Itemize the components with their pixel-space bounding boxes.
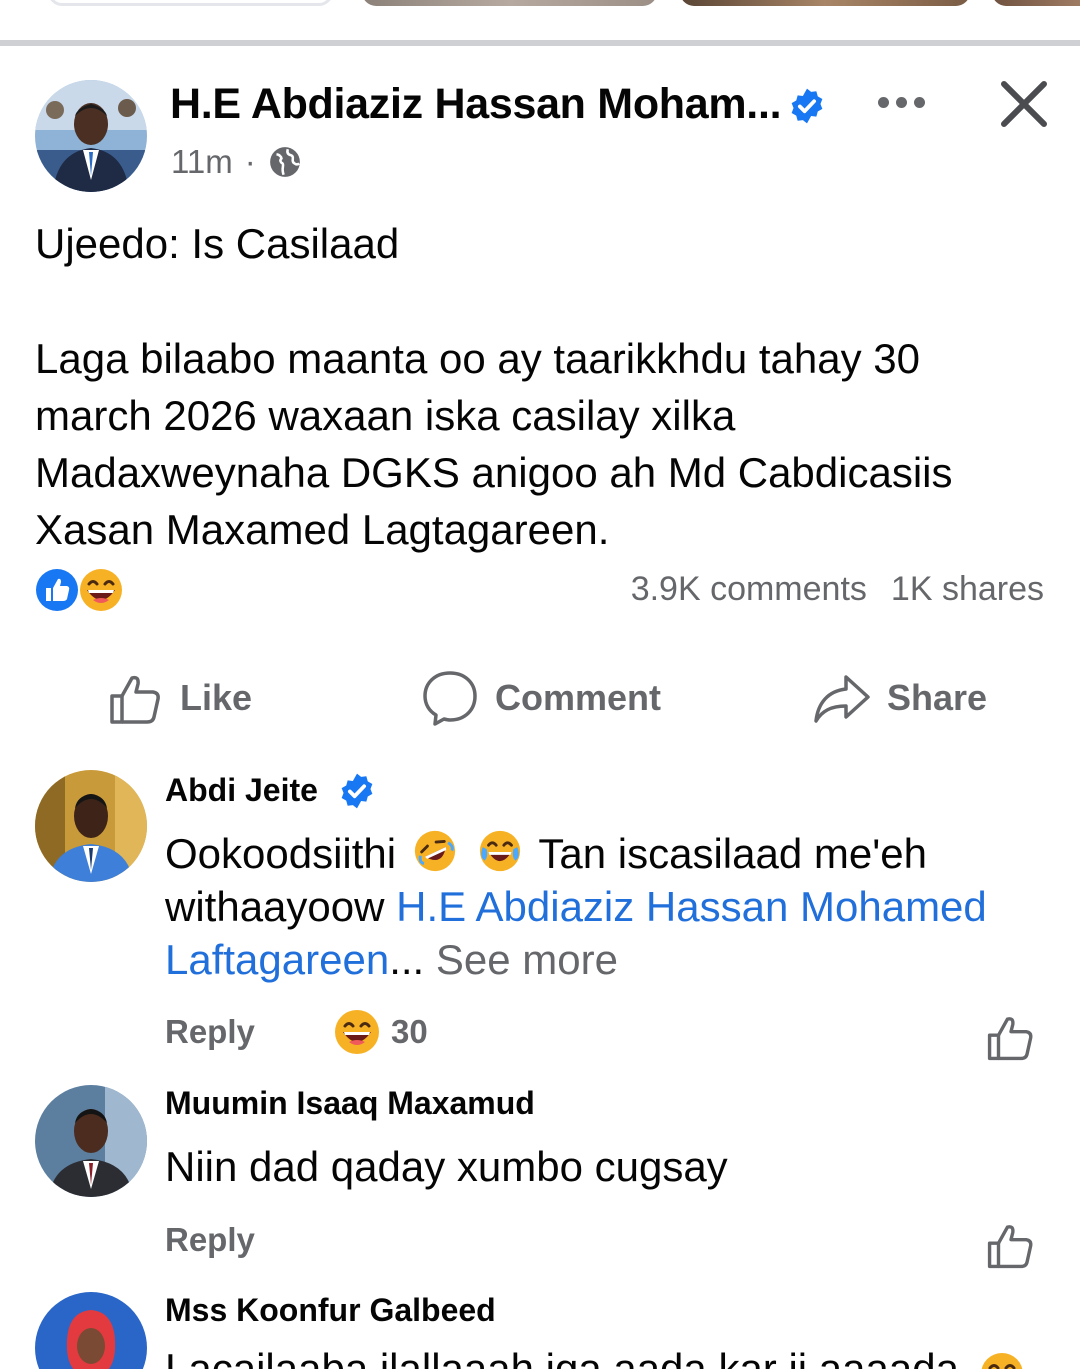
- comments-count[interactable]: 3.9K comments: [631, 570, 867, 609]
- story-card[interactable]: [362, 0, 657, 6]
- close-icon[interactable]: [996, 76, 1052, 132]
- verified-badge-icon: [341, 773, 373, 809]
- share-label: Share: [887, 677, 988, 718]
- comment-like-icon[interactable]: [986, 1220, 1036, 1270]
- comment-text: Niin dad qaday xumbo cugsay: [165, 1143, 728, 1190]
- verified-badge-icon: [791, 88, 823, 124]
- like-button[interactable]: Like: [108, 660, 252, 736]
- comment-text: Ookoodsiithi Tan iscasilaad me'eh withaa…: [165, 827, 1055, 986]
- share-button[interactable]: Share: [813, 660, 987, 736]
- globe-icon: [269, 147, 300, 177]
- story-card[interactable]: [48, 0, 333, 6]
- shares-count[interactable]: 1K shares: [891, 570, 1044, 609]
- like-label: Like: [180, 677, 253, 718]
- see-more-link[interactable]: See more: [436, 936, 618, 983]
- share-icon: [814, 675, 870, 723]
- comment-text: Lacailaaba ilallaaah iga aada kar ii aaa…: [165, 1345, 959, 1369]
- commenter-avatar[interactable]: [35, 1085, 147, 1197]
- commenter-avatar[interactable]: [35, 770, 147, 882]
- post-action-bar: Like Comment Share: [0, 660, 1080, 736]
- thumbs-up-icon: [110, 675, 160, 724]
- comment-reaction-count[interactable]: 30: [333, 1008, 428, 1056]
- comment-like-icon[interactable]: [986, 1012, 1036, 1062]
- engagement-counts: 3.9K comments 1K shares: [631, 570, 1044, 609]
- story-card[interactable]: [992, 0, 1080, 6]
- reply-button[interactable]: Reply: [165, 1221, 255, 1259]
- laugh-icon: [335, 1010, 379, 1054]
- dot-icon: [895, 96, 907, 108]
- commenter-name[interactable]: Muumin Isaaq Maxamud: [165, 1085, 535, 1122]
- post-subject: Ujeedo: Is Casilaad: [35, 220, 400, 267]
- comment-text-start: Ookoodsiithi: [165, 830, 397, 877]
- reaction-summary[interactable]: [33, 566, 129, 614]
- comment-label: Comment: [495, 677, 662, 718]
- laugh-icon: [78, 567, 124, 613]
- story-card[interactable]: [680, 0, 970, 6]
- commenter-name[interactable]: Abdi Jeite: [165, 772, 318, 809]
- post-author-name[interactable]: H.E Abdiaziz Hassan Moham...: [170, 80, 782, 129]
- section-divider: [0, 40, 1080, 46]
- rolling-laugh-emoji-icon: [414, 830, 455, 872]
- emoji-icon: [981, 1353, 1023, 1369]
- commenter-avatar[interactable]: [35, 1292, 147, 1369]
- post-time[interactable]: 11m: [171, 143, 233, 181]
- like-icon: [34, 567, 80, 613]
- more-options-button[interactable]: [868, 84, 934, 120]
- dot-icon: [877, 96, 889, 108]
- reply-button[interactable]: Reply: [165, 1013, 255, 1051]
- text-ellipsis: ...: [389, 936, 425, 983]
- meta-separator: ·: [244, 143, 256, 180]
- dot-icon: [913, 96, 925, 108]
- tears-of-joy-emoji-icon: [480, 830, 521, 872]
- comment-button[interactable]: Comment: [421, 660, 661, 736]
- stories-strip: [0, 0, 1080, 40]
- post-body: Laga bilaabo maanta oo ay taarikkhdu tah…: [35, 335, 953, 553]
- post-meta: 11m ·: [171, 143, 302, 181]
- commenter-name[interactable]: Mss Koonfur Galbeed: [165, 1292, 496, 1329]
- author-avatar[interactable]: [35, 80, 147, 192]
- comment-icon: [423, 671, 477, 726]
- reaction-count-value: 30: [391, 1013, 428, 1050]
